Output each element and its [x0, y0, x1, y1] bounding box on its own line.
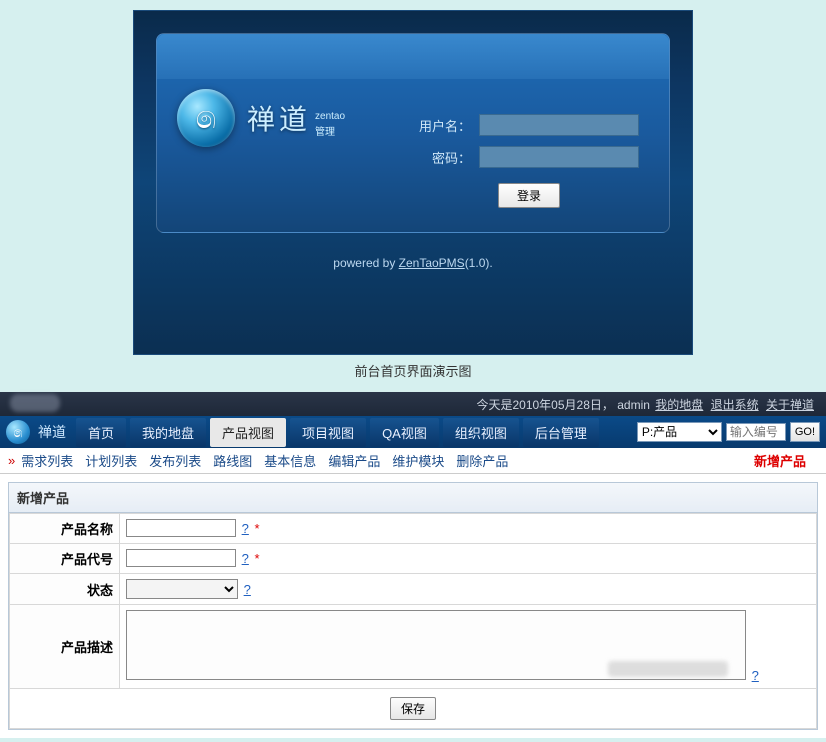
nav-item-5[interactable]: 组织视图 — [443, 418, 519, 447]
help-name[interactable]: ? — [242, 521, 249, 536]
logo-icon: ෧ — [177, 89, 235, 147]
username-label: 用户名： — [419, 116, 479, 135]
login-window: ෧ 禅道 zentao 管理 用户名： 密码 — [133, 10, 693, 355]
product-form: 产品名称 ? * 产品代号 ? * — [9, 513, 817, 729]
help-status[interactable]: ? — [244, 582, 251, 597]
go-button[interactable]: GO! — [790, 422, 820, 442]
subnav-item-2[interactable]: 发布列表 — [149, 454, 201, 469]
subnav-item-7[interactable]: 删除产品 — [456, 454, 508, 469]
label-status: 状态 — [10, 574, 120, 605]
label-desc: 产品描述 — [10, 605, 120, 689]
topbar-link-dashboard[interactable]: 我的地盘 — [655, 398, 703, 412]
nav-item-1[interactable]: 我的地盘 — [130, 418, 206, 447]
subnav-item-6[interactable]: 维护模块 — [392, 454, 444, 469]
brand-en: zentao — [315, 111, 345, 122]
powered-link[interactable]: ZenTaoPMS — [399, 256, 465, 270]
nav-item-3[interactable]: 项目视图 — [290, 418, 366, 447]
main-nav: ෧ 禅道 首页我的地盘产品视图项目视图QA视图组织视图后台管理 P:产品 GO! — [0, 416, 826, 448]
brand-main: 禅道 — [247, 98, 311, 138]
username-input[interactable] — [479, 114, 639, 136]
login-form: 用户名： 密码： 登录 — [419, 114, 639, 208]
topbar: 今天是2010年05月28日， admin 我的地盘 退出系统 关于禅道 — [0, 392, 826, 416]
sub-nav: » 需求列表计划列表发布列表路线图基本信息编辑产品维护模块删除产品 新增产品 — [0, 448, 826, 474]
login-panel: ෧ 禅道 zentao 管理 用户名： 密码 — [156, 33, 670, 233]
powered-by: powered by ZenTaoPMS(1.0). — [134, 256, 692, 270]
powered-prefix: powered by — [333, 256, 398, 270]
panel-title: 新增产品 — [9, 483, 817, 513]
subnav-item-4[interactable]: 基本信息 — [264, 454, 316, 469]
nav-logo-icon: ෧ — [6, 420, 30, 444]
help-code[interactable]: ? — [242, 551, 249, 566]
search-id-input[interactable] — [726, 423, 786, 441]
label-name: 产品名称 — [10, 514, 120, 544]
product-select[interactable]: P:产品 — [637, 422, 722, 442]
required-mark: * — [254, 551, 259, 566]
login-button[interactable]: 登录 — [498, 183, 560, 208]
topbar-link-about[interactable]: 关于禅道 — [766, 398, 814, 412]
login-demo-area: ෧ 禅道 zentao 管理 用户名： 密码 — [0, 0, 826, 380]
logo-area: ෧ 禅道 zentao 管理 — [177, 89, 345, 147]
topbar-user: admin — [617, 398, 650, 412]
required-mark: * — [254, 521, 259, 536]
topbar-blur — [10, 394, 60, 412]
login-caption: 前台首页界面演示图 — [0, 361, 826, 380]
subnav-action-add[interactable]: 新增产品 — [754, 451, 806, 470]
subnav-item-0[interactable]: 需求列表 — [21, 454, 73, 469]
nav-item-0[interactable]: 首页 — [76, 418, 126, 447]
password-input[interactable] — [479, 146, 639, 168]
input-product-code[interactable] — [126, 549, 236, 567]
textarea-blur — [608, 661, 728, 677]
select-status[interactable] — [126, 579, 238, 599]
nav-brand: 禅道 — [38, 422, 66, 442]
label-code: 产品代号 — [10, 544, 120, 574]
input-product-name[interactable] — [126, 519, 236, 537]
password-label: 密码： — [419, 148, 479, 167]
login-header-band — [157, 34, 669, 79]
nav-item-6[interactable]: 后台管理 — [523, 418, 599, 447]
save-button[interactable]: 保存 — [390, 697, 436, 720]
nav-item-2[interactable]: 产品视图 — [210, 418, 286, 447]
caret-icon: » — [8, 453, 15, 468]
topbar-link-logout[interactable]: 退出系统 — [711, 398, 759, 412]
subnav-item-1[interactable]: 计划列表 — [85, 454, 137, 469]
brand-sub: 管理 — [315, 123, 345, 138]
form-panel: 新增产品 产品名称 ? * 产品代号 — [8, 482, 818, 730]
help-desc[interactable]: ? — [752, 668, 759, 683]
content: 新增产品 产品名称 ? * 产品代号 — [0, 474, 826, 738]
topbar-date: 今天是2010年05月28日， — [476, 398, 613, 412]
admin-app: 今天是2010年05月28日， admin 我的地盘 退出系统 关于禅道 ෧ 禅… — [0, 392, 826, 738]
subnav-item-3[interactable]: 路线图 — [213, 454, 252, 469]
powered-suffix: (1.0). — [465, 256, 493, 270]
subnav-item-5[interactable]: 编辑产品 — [328, 454, 380, 469]
nav-item-4[interactable]: QA视图 — [370, 418, 439, 447]
